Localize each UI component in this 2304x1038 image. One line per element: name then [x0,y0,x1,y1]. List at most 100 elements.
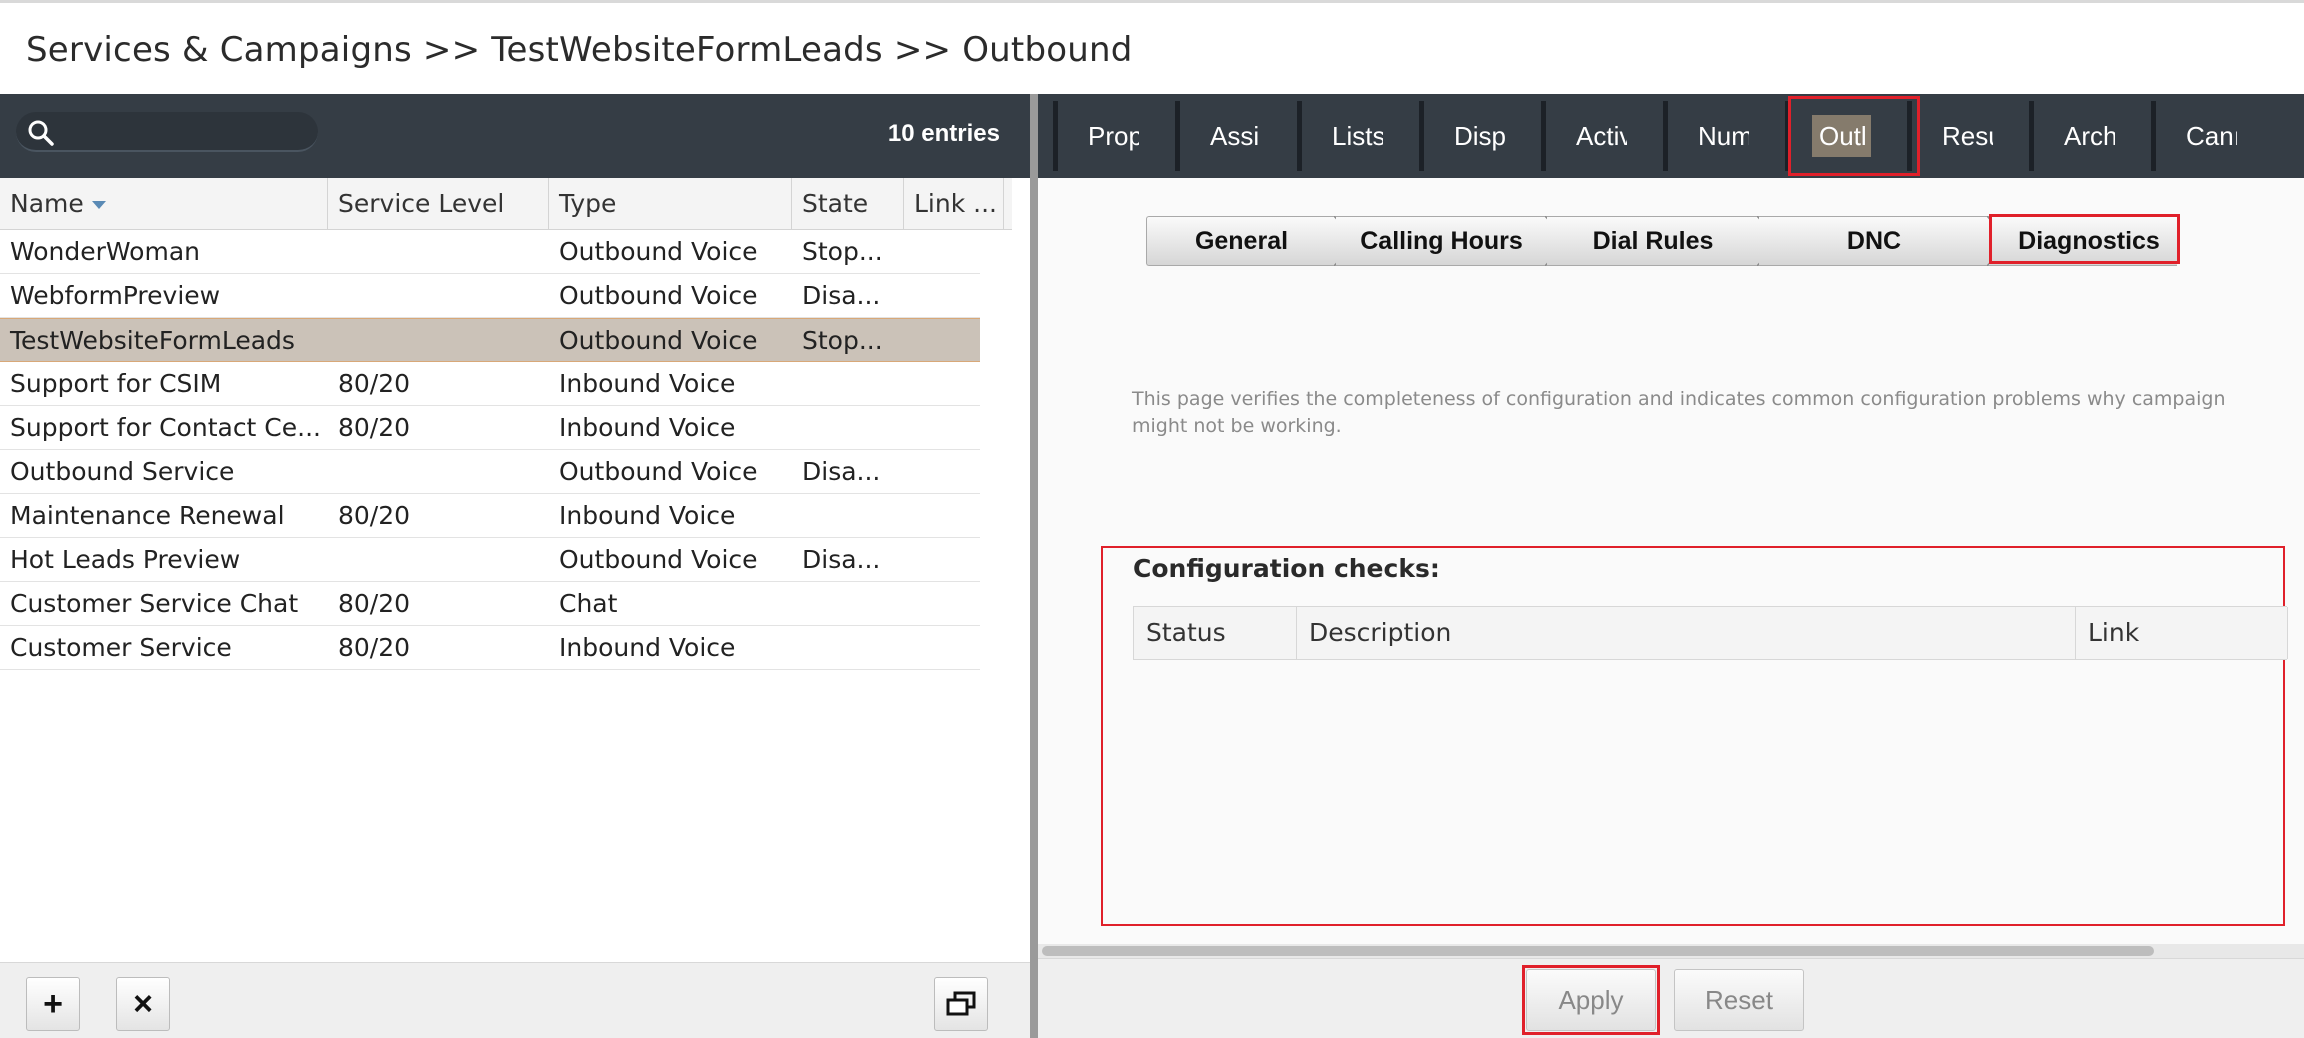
cell-type: Outbound Voice [559,237,758,266]
tab-outbound[interactable]: Outl [1785,101,1871,171]
cell-service-level [328,230,549,274]
search-input[interactable] [16,112,318,152]
entries-count: 10 entries [887,120,1000,147]
column-header-status[interactable]: Status [1134,607,1297,659]
table-row-selected[interactable]: TestWebsiteFormLeads Outbound Voice Stop… [0,318,980,362]
diagnostics-description: This page verifies the completeness of c… [1132,388,2226,437]
table-row[interactable]: Customer Service Chat 80/20 Chat [0,582,980,626]
cell-link [904,450,1004,494]
cell-state: Disa... [802,457,881,486]
tab-numbers[interactable]: Num [1663,101,1749,171]
tab-canned[interactable]: Canı [2151,101,2237,171]
tab-assignments[interactable]: Assi [1175,101,1261,171]
cell-name: WonderWoman [10,237,200,266]
cell-link [904,582,1004,626]
cell-link [904,362,1004,406]
cell-type: Outbound Voice [559,545,758,574]
column-header-state[interactable]: State [792,178,904,230]
cell-type: Chat [559,589,618,618]
cell-state: Stop... [802,326,883,355]
panel-splitter[interactable] [1030,94,1038,1038]
sort-descending-icon [91,201,106,209]
column-header-service-level[interactable]: Service Level [328,178,549,230]
cell-type: Inbound Voice [559,501,736,530]
add-button[interactable]: + [26,977,80,1031]
table-row[interactable]: Hot Leads Preview Outbound Voice Disa... [0,538,980,582]
cell-service-level: 80/20 [338,633,411,662]
cell-state [792,406,904,450]
horizontal-scrollbar[interactable] [1038,944,2304,958]
configuration-checks-title: Configuration checks: [1133,554,1440,583]
service-details-panel: Prop Assi Lists Disp Activ Num Outl Resu… [1038,94,2304,1038]
cell-service-level [328,319,549,363]
table-row[interactable]: WebformPreview Outbound Voice Disa... [0,274,980,318]
cell-type: Outbound Voice [559,281,758,310]
cell-name: Customer Service Chat [10,589,299,618]
column-header-description[interactable]: Description [1297,607,2076,659]
cell-state [792,494,904,538]
cell-name: Outbound Service [10,457,235,486]
search-icon [28,120,54,146]
cell-link [904,230,1004,274]
details-tab-bar: Prop Assi Lists Disp Activ Num Outl Resu… [1038,94,2304,178]
table-row[interactable]: Support for Contact Ce... 80/20 Inbound … [0,406,980,450]
column-header-link[interactable]: Link [2076,607,2288,659]
cell-link [904,274,1004,318]
tab-lists[interactable]: Lists [1297,101,1383,171]
cell-state [792,362,904,406]
scrollbar-thumb[interactable] [1042,946,2154,956]
services-table: Name Service Level Type State Link ... W… [0,178,1012,670]
table-row[interactable]: Maintenance Renewal 80/20 Inbound Voice [0,494,980,538]
table-row[interactable]: Outbound Service Outbound Voice Disa... [0,450,980,494]
cell-name: WebformPreview [10,281,221,310]
tab-archive[interactable]: Arch [2029,101,2115,171]
subtab-general[interactable]: General [1146,216,1336,266]
subtab-calling-hours[interactable]: Calling Hours [1336,216,1547,266]
cell-name: Support for Contact Ce... [10,413,321,442]
configuration-checks-section: Configuration checks: Status Description… [1101,546,2288,926]
page-header: Services & Campaigns >> TestWebsiteFormL… [0,0,2304,94]
cell-service-level [328,538,549,582]
tab-properties[interactable]: Prop [1053,101,1139,171]
cell-state: Stop... [802,237,883,266]
cell-type: Outbound Voice [559,326,758,355]
tab-dispositions[interactable]: Disp [1419,101,1505,171]
cell-name: Customer Service [10,633,232,662]
column-header-link[interactable]: Link ... [904,178,1004,230]
cell-link [904,319,1004,363]
cell-service-level: 80/20 [338,413,411,442]
table-row[interactable]: Support for CSIM 80/20 Inbound Voice [0,362,980,406]
cell-service-level [328,274,549,318]
table-row[interactable]: Customer Service 80/20 Inbound Voice [0,626,980,670]
cell-link [904,626,1004,670]
services-list-panel: 10 entries Name Service Level Type State… [0,94,1030,1038]
subtab-dnc[interactable]: DNC [1759,216,1989,266]
cell-type: Inbound Voice [559,369,736,398]
reset-button[interactable]: Reset [1674,969,1804,1031]
cell-service-level: 80/20 [338,589,411,618]
restore-window-button[interactable] [934,977,988,1031]
checks-table-header: Status Description Link [1133,606,2288,660]
restore-window-icon [946,991,976,1016]
active-subtab-highlight [1989,214,2180,264]
breadcrumb: Services & Campaigns >> TestWebsiteFormL… [26,30,1133,70]
list-footer: + × [0,962,1030,1038]
cell-link [904,406,1004,450]
column-header-name[interactable]: Name [0,178,328,230]
tab-results[interactable]: Resu [1907,101,1993,171]
delete-button[interactable]: × [116,977,170,1031]
cell-name: Maintenance Renewal [10,501,285,530]
cell-service-level [328,450,549,494]
table-header: Name Service Level Type State Link ... [0,178,1012,230]
cell-state: Disa... [802,281,881,310]
cell-type: Inbound Voice [559,633,736,662]
cell-type: Inbound Voice [559,413,736,442]
cell-link [904,538,1004,582]
cell-name: Hot Leads Preview [10,545,241,574]
table-row[interactable]: WonderWoman Outbound Voice Stop... [0,230,980,274]
column-header-type[interactable]: Type [549,178,792,230]
subtab-dial-rules[interactable]: Dial Rules [1547,216,1759,266]
apply-button[interactable]: Apply [1526,969,1656,1031]
tab-activities[interactable]: Activ [1541,101,1627,171]
top-divider [0,0,2304,3]
